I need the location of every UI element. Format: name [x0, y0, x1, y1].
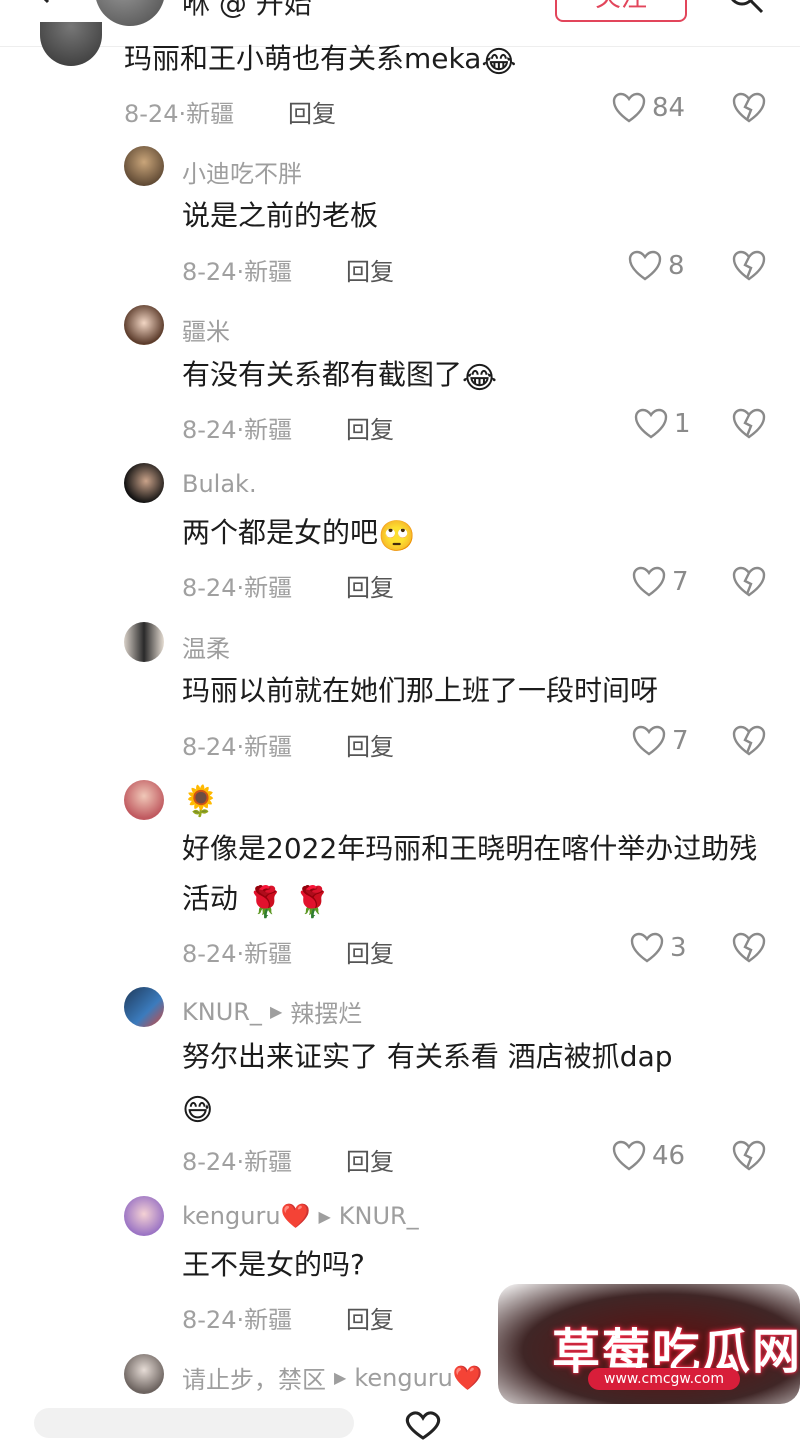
like-count: 3 — [670, 933, 687, 963]
comment-meta: 8-24·新疆 — [182, 574, 293, 602]
heart-icon — [634, 408, 668, 439]
reply-button[interactable]: 回复 — [346, 934, 394, 969]
username[interactable]: 小迪吃不胖 — [182, 154, 302, 189]
comment-meta: 8-24·新疆 — [182, 1148, 293, 1176]
heart-icon — [612, 1140, 646, 1171]
follow-button[interactable]: 关注 — [555, 0, 687, 22]
like-button[interactable]: 84 — [612, 92, 685, 124]
like-count: 7 — [672, 567, 689, 597]
reply-arrow-icon: ▶ — [334, 1368, 347, 1387]
reply-button[interactable]: 回复 — [346, 1142, 394, 1177]
avatar[interactable] — [124, 305, 164, 345]
heart-icon — [630, 932, 664, 963]
like-button[interactable]: 7 — [632, 725, 689, 757]
reply-button[interactable]: 回复 — [346, 568, 394, 603]
emoji: 🌹 🌹 — [246, 885, 332, 920]
emoji: 😅 — [182, 1093, 214, 1128]
avatar[interactable] — [124, 1354, 164, 1394]
comment-text: 王不是女的吗? — [182, 1248, 365, 1281]
like-button[interactable]: 46 — [612, 1140, 685, 1172]
like-button[interactable]: 1 — [634, 408, 691, 440]
username[interactable]: kenguru❤️ ▶ KNUR_ — [182, 1202, 419, 1230]
avatar[interactable] — [124, 780, 164, 820]
reply-button[interactable]: 回复 — [288, 94, 336, 129]
dislike-icon[interactable] — [732, 408, 766, 440]
comment-text: 努尔出来证实了 有关系看 酒店被抓dap 😅 — [182, 1032, 752, 1136]
avatar[interactable] — [124, 987, 164, 1027]
reply-arrow-icon: ▶ — [269, 1002, 283, 1021]
reply-button[interactable]: 回复 — [346, 410, 394, 445]
dislike-icon[interactable] — [732, 92, 766, 124]
author-name: 咻 @ 开始 — [182, 0, 312, 20]
emoji: 🙄 — [378, 519, 416, 554]
watermark-url: www.cmcgw.com — [588, 1368, 740, 1390]
username[interactable]: 请止步，禁区 ▶ kenguru❤️ — [182, 1360, 483, 1395]
comment-text: 好像是2022年玛丽和王晓明在喀什举办过助残活动 🌹 🌹 — [182, 824, 772, 928]
emoji: 😂 — [481, 45, 517, 80]
avatar[interactable] — [40, 22, 102, 66]
like-count: 84 — [652, 93, 686, 123]
dislike-icon[interactable] — [732, 566, 766, 598]
username[interactable]: 疆米 — [182, 312, 230, 347]
dislike-icon[interactable] — [732, 932, 766, 964]
avatar[interactable] — [124, 463, 164, 503]
username[interactable]: 🌻 — [182, 784, 219, 819]
comment-meta: 8-24·新疆 — [124, 100, 235, 128]
reply-button[interactable]: 回复 — [346, 727, 394, 762]
dislike-icon[interactable] — [732, 725, 766, 757]
like-count: 8 — [668, 251, 685, 281]
comment-meta: 8-24·新疆 — [182, 416, 293, 444]
heart-icon[interactable] — [398, 1410, 448, 1440]
back-icon[interactable] — [28, 0, 56, 4]
dislike-icon[interactable] — [732, 250, 766, 282]
like-count: 1 — [674, 409, 691, 439]
comment-meta: 8-24·新疆 — [182, 940, 293, 968]
username[interactable]: Bulak. — [182, 470, 257, 498]
comment-text: 有没有关系都有截图了😂 — [182, 350, 782, 404]
comment-meta: 8-24·新疆 — [182, 258, 293, 286]
comment-text: 玛丽以前就在她们那上班了一段时间呀 — [182, 674, 659, 707]
username[interactable]: 温柔 — [182, 629, 230, 664]
like-button[interactable]: 3 — [630, 932, 687, 964]
reply-to-user[interactable]: 辣摆烂 — [290, 994, 362, 1029]
username[interactable]: KNUR_ ▶ 辣摆烂 — [182, 994, 362, 1029]
emoji: 😂 — [462, 361, 498, 396]
comment-text: 说是之前的老板 — [182, 199, 379, 232]
reply-to-user[interactable]: KNUR_ — [339, 1202, 419, 1230]
avatar[interactable] — [95, 0, 165, 26]
like-count: 46 — [652, 1141, 686, 1171]
dislike-icon[interactable] — [732, 1140, 766, 1172]
comment-text: 两个都是女的吧🙄 — [182, 508, 782, 562]
like-button[interactable]: 8 — [628, 250, 685, 282]
heart-icon — [612, 92, 646, 123]
reply-button[interactable]: 回复 — [346, 252, 394, 287]
like-count: 7 — [672, 726, 689, 756]
comment-input[interactable] — [34, 1408, 354, 1438]
avatar[interactable] — [124, 622, 164, 662]
search-icon[interactable] — [726, 0, 766, 14]
heart-icon — [632, 566, 666, 597]
avatar[interactable] — [124, 146, 164, 186]
reply-button[interactable]: 回复 — [346, 1300, 394, 1335]
comment-text: 玛丽和王小萌也有关系meka😂 — [124, 34, 724, 88]
avatar[interactable] — [124, 1196, 164, 1236]
comment-meta: 8-24·新疆 — [182, 1306, 293, 1334]
comment-meta: 8-24·新疆 — [182, 733, 293, 761]
reply-arrow-icon: ▶ — [318, 1206, 331, 1226]
like-button[interactable]: 7 — [632, 566, 689, 598]
heart-icon — [632, 725, 666, 756]
reply-to-user[interactable]: kenguru❤️ — [354, 1364, 482, 1392]
heart-icon — [628, 250, 662, 281]
